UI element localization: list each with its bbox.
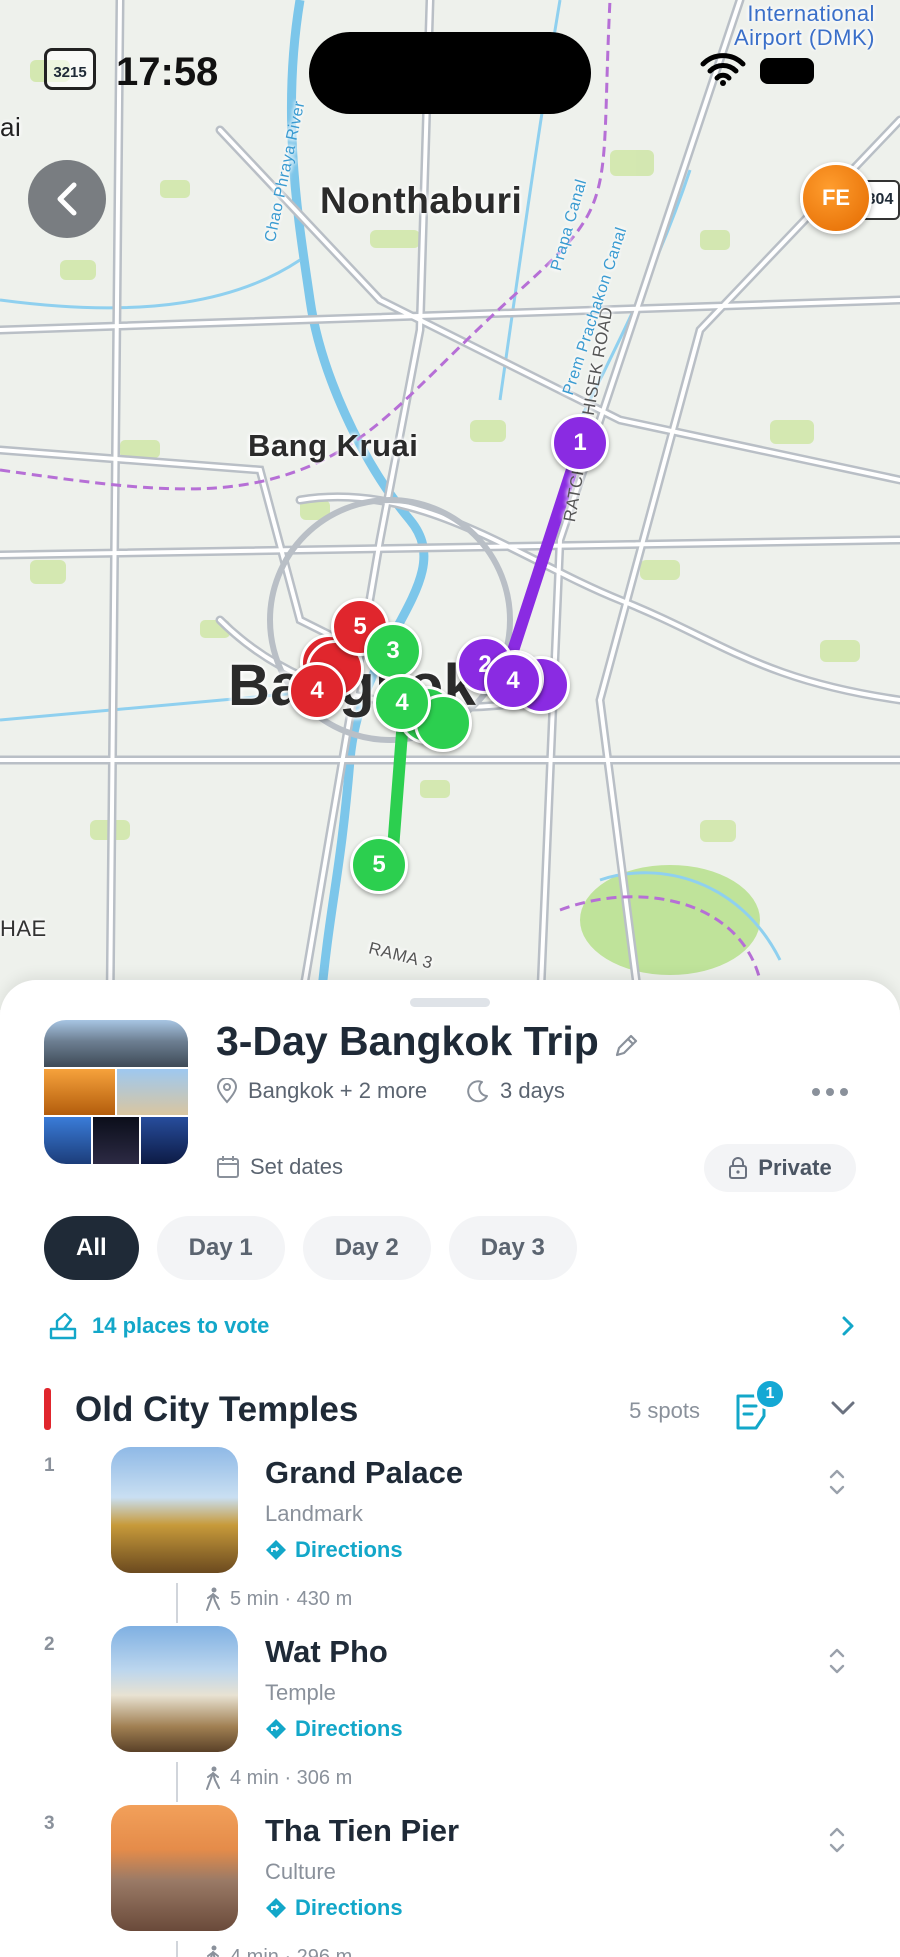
chevron-left-icon [57,182,77,216]
section-header[interactable]: Old City Temples 5 spots 1 [44,1378,856,1432]
vote-places-link[interactable]: 14 places to vote [48,1306,856,1346]
place-item[interactable]: 1 Grand Palace Landmark Directions 5 min… [0,1447,900,1627]
wifi-icon [700,53,746,86]
tab-day-1[interactable]: Day 1 [156,1216,285,1280]
set-dates-label: Set dates [250,1154,343,1179]
walk-label: 4 min · 296 m [230,1945,353,1957]
place-name: Tha Tien Pier [265,1813,460,1848]
trip-duration-label: 3 days [500,1078,565,1103]
directions-label: Directions [295,1537,403,1562]
place-category: Landmark [265,1501,363,1526]
chevron-down-icon[interactable] [830,1400,856,1416]
reorder-icon[interactable] [828,1825,846,1855]
place-photo[interactable] [111,1805,238,1931]
status-bar: 3215 17:58 [0,0,900,140]
place-index: 3 [44,1813,55,1834]
section-spot-count: 5 spots [629,1398,700,1423]
route-connector [176,1762,178,1802]
trip-sheet[interactable]: 3-Day Bangkok Trip Bangkok + 2 more 3 da… [0,980,900,1957]
place-item[interactable]: 2 Wat Pho Temple Directions 4 min · 306 … [0,1626,900,1806]
walking-icon [206,1587,220,1611]
dynamic-island [309,32,591,114]
tab-day-2[interactable]: Day 2 [302,1216,431,1280]
trip-location-label: Bangkok + 2 more [248,1078,428,1103]
trip-title: 3-Day Bangkok Trip [216,1018,599,1064]
vote-label: 14 places to vote [92,1313,270,1338]
set-dates-button[interactable]: Set dates [216,1154,343,1180]
map-label-left-edge-2: HAE [0,916,47,941]
more-options-icon[interactable] [810,1084,850,1100]
moon-icon [467,1080,488,1103]
map-base [0,0,900,1010]
walk-label: 4 min · 306 m [230,1766,353,1789]
battery-icon [760,58,814,84]
carrier-badge: 3215 [44,48,96,90]
location-pin-icon [216,1078,238,1104]
user-avatar[interactable]: FE [800,162,872,234]
directions-icon [266,1540,286,1560]
directions-icon [266,1719,286,1739]
map-view[interactable]: Nonthaburi Bang Kruai Bangkok Internatio… [0,0,900,1010]
map-label-bang-kruai: Bang Kruai [248,428,419,463]
map-label-nonthaburi: Nonthaburi [320,180,523,221]
directions-link[interactable]: Directions [265,1537,403,1563]
place-index: 2 [44,1634,55,1655]
ballot-box-icon [49,1312,77,1340]
place-category: Culture [265,1859,336,1884]
map-pin-day2-5[interactable]: 5 [350,836,408,894]
route-connector [176,1583,178,1623]
tab-all[interactable]: All [44,1216,139,1280]
place-photo[interactable] [111,1447,238,1573]
walk-info: 4 min · 296 m [204,1945,352,1957]
place-index: 1 [44,1455,55,1476]
status-time: 17:58 [116,50,219,94]
directions-icon [266,1898,286,1918]
walk-info: 5 min · 430 m [204,1587,352,1611]
reorder-icon[interactable] [828,1646,846,1676]
back-button[interactable] [28,160,106,238]
pencil-icon[interactable] [612,1032,640,1060]
privacy-button[interactable]: Private [704,1144,856,1192]
directions-label: Directions [295,1895,403,1920]
directions-label: Directions [295,1716,403,1741]
map-pin-day3-1[interactable]: 1 [551,414,609,472]
place-photo[interactable] [111,1626,238,1752]
walk-label: 5 min · 430 m [230,1587,353,1610]
place-name: Wat Pho [265,1634,388,1669]
map-pin-day2-3[interactable]: 3 [364,622,422,680]
reorder-icon[interactable] [828,1467,846,1497]
day-tabs: All Day 1 Day 2 Day 3 [44,1216,577,1280]
sheet-grabber[interactable] [410,998,490,1007]
map-pin-day2-4[interactable]: 4 [373,674,431,732]
place-item[interactable]: 3 Tha Tien Pier Culture Directions 4 min… [0,1805,900,1957]
map-pin-day3-4[interactable]: 4 [484,652,542,710]
trip-location[interactable]: Bangkok + 2 more [216,1078,427,1104]
map-pin-day1-4[interactable]: 4 [288,662,346,720]
notes-count-badge: 1 [754,1378,786,1410]
directions-link[interactable]: Directions [265,1895,403,1921]
tab-day-3[interactable]: Day 3 [448,1216,577,1280]
directions-link[interactable]: Directions [265,1716,403,1742]
section-color-bar [44,1388,51,1430]
calendar-icon [217,1156,239,1178]
privacy-label: Private [758,1155,832,1180]
section-title: Old City Temples [75,1390,359,1429]
place-name: Grand Palace [265,1455,464,1490]
trip-cover-collage[interactable] [44,1020,188,1164]
chevron-right-icon [842,1316,854,1336]
walking-icon [207,1945,219,1957]
place-category: Temple [265,1680,336,1705]
walk-info: 4 min · 306 m [204,1766,352,1790]
trip-duration: 3 days [466,1078,565,1104]
lock-icon [729,1157,748,1179]
walking-icon [206,1766,220,1790]
route-connector [176,1941,178,1957]
